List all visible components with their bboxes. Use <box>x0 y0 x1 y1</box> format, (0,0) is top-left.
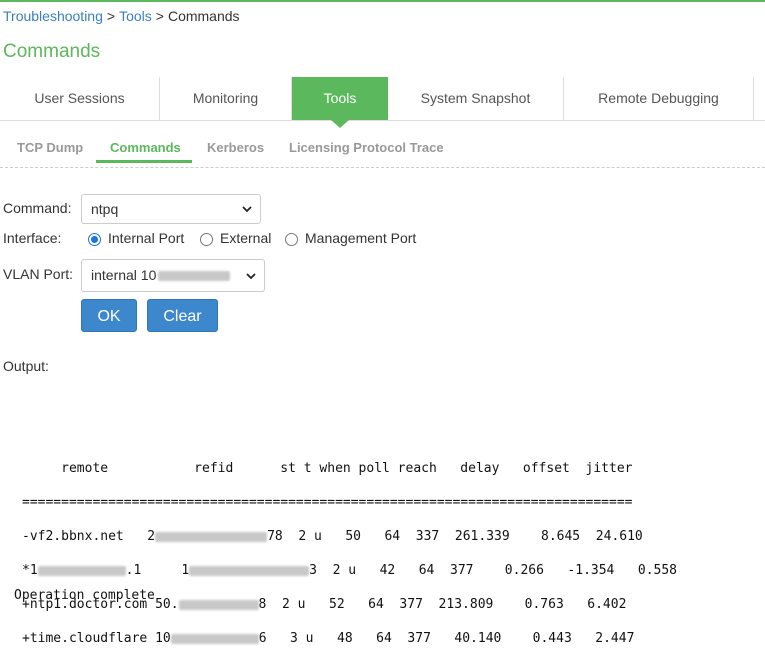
breadcrumb-troubleshooting[interactable]: Troubleshooting <box>3 8 103 24</box>
ok-button[interactable]: OK <box>81 299 137 332</box>
tab-tools[interactable]: Tools <box>292 77 388 128</box>
command-select-value: ntpq <box>91 201 119 217</box>
radio-external-label[interactable]: External <box>220 230 271 246</box>
vlan-port-select-value: internal 10 <box>91 267 157 283</box>
radio-management-port-label[interactable]: Management Port <box>305 230 416 246</box>
chevron-down-icon <box>246 272 256 279</box>
tab-remote-debugging[interactable]: Remote Debugging <box>564 77 754 120</box>
redacted-refid <box>189 565 310 576</box>
active-subtab-indicator <box>96 160 192 163</box>
breadcrumb-current: Commands <box>167 8 240 24</box>
subtab-licensing-protocol-trace[interactable]: Licensing Protocol Trace <box>289 140 444 155</box>
radio-external[interactable] <box>200 233 213 246</box>
vlan-port-label: VLAN Port: <box>3 266 74 282</box>
redacted-refid <box>155 531 268 542</box>
subtab-tcp-dump[interactable]: TCP Dump <box>17 140 83 155</box>
output-row: -vf2.bbnx.net 2 78 2 u 50 64 337 261.339 … <box>22 529 643 544</box>
breadcrumb-tools[interactable]: Tools <box>119 8 152 24</box>
page-title: Commands <box>3 41 101 62</box>
output-label: Output: <box>3 358 49 374</box>
breadcrumb: Troubleshooting > Tools > Commands <box>3 8 240 24</box>
breadcrumb-separator: > <box>155 8 164 24</box>
radio-management-port[interactable] <box>285 233 298 246</box>
output-row: *1.1 1 3 2 u 42 64 377 0.266 -1.354 0.558 <box>22 563 677 578</box>
output-header: remote refid st t when poll reach delay … <box>22 461 633 476</box>
redacted-remote <box>37 565 126 576</box>
command-output: remote refid st t when poll reach delay … <box>22 443 677 664</box>
radio-internal-port[interactable] <box>88 233 101 246</box>
breadcrumb-separator: > <box>106 8 116 24</box>
command-select[interactable]: ntpq <box>81 194 261 224</box>
vlan-port-select[interactable]: internal 10 <box>81 259 265 292</box>
tab-monitoring[interactable]: Monitoring <box>160 77 292 120</box>
clear-button[interactable]: Clear <box>147 299 218 332</box>
output-row: +time.cloudflare 10 6 3 u 48 64 377 40.14… <box>22 631 635 646</box>
subtab-commands[interactable]: Commands <box>110 140 181 155</box>
radio-internal-port-label[interactable]: Internal Port <box>108 230 184 246</box>
tab-system-snapshot[interactable]: System Snapshot <box>388 77 564 120</box>
output-divider: ========================================… <box>22 495 633 510</box>
operation-status: Operation complete <box>14 588 155 603</box>
top-accent-line <box>0 0 765 2</box>
command-label: Command: <box>3 200 72 216</box>
chevron-down-icon <box>242 206 252 213</box>
redacted-refid <box>170 633 259 644</box>
redacted-refid <box>178 599 259 610</box>
redacted-ip <box>158 271 231 282</box>
main-tabs: User Sessions Monitoring Tools System Sn… <box>0 77 765 128</box>
subtab-kerberos[interactable]: Kerberos <box>207 140 264 155</box>
tab-user-sessions[interactable]: User Sessions <box>0 77 160 120</box>
interface-label: Interface: <box>3 230 62 246</box>
